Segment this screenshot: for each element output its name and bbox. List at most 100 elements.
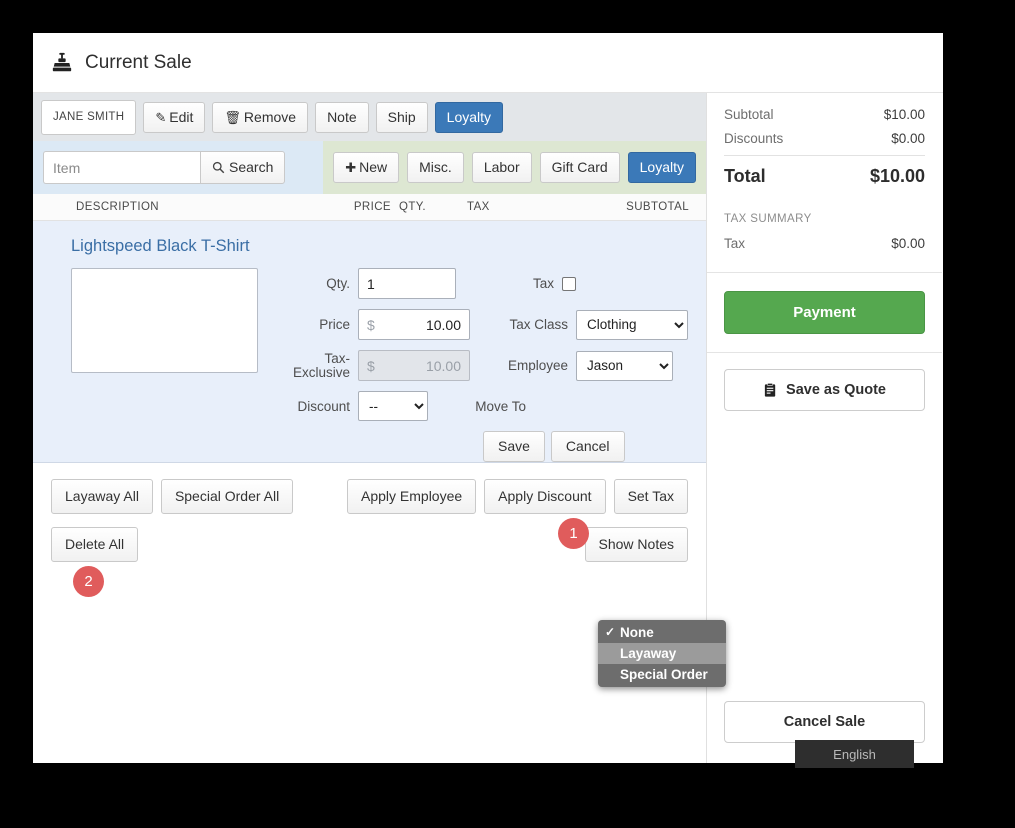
totals-divider: [724, 155, 925, 156]
header-tax: TAX: [467, 201, 490, 213]
discount-label: Discount: [297, 398, 350, 414]
save-cancel-row: Save Cancel: [483, 431, 688, 462]
bulk-actions-row-1: Layaway All Special Order All Apply Empl…: [51, 479, 688, 514]
customer-toolbar: JANE SMITH ✎ Edit 🗑 Remove Note Ship Loyal…: [33, 93, 706, 141]
bulk-actions: Layaway All Special Order All Apply Empl…: [33, 463, 706, 585]
sale-summary-panel: Subtotal $10.00 Discounts $0.00 Total $1…: [707, 93, 942, 763]
cancel-line-item-button[interactable]: Cancel: [550, 431, 625, 462]
tax-checkbox[interactable]: [562, 276, 576, 291]
bulk-actions-row-2: Delete All Show Notes: [51, 527, 688, 562]
apply-discount-button[interactable]: Apply Discount: [484, 479, 606, 514]
discount-select[interactable]: --: [358, 391, 428, 421]
tax-exclusive-label: Tax-Exclusive: [292, 350, 350, 380]
special-order-all-button[interactable]: Special Order All: [160, 479, 294, 514]
payment-block: Payment: [707, 273, 942, 352]
move-to-option-special-order[interactable]: Special Order: [598, 664, 726, 685]
loyalty-customer-button[interactable]: Loyalty: [434, 101, 504, 133]
field-columns: Qty. Tax Price $ 10.00 Tax Class: [286, 268, 688, 462]
tax-exclusive-value: 10.00: [425, 357, 461, 374]
line-item-name: Lightspeed Black T-Shirt: [71, 237, 250, 255]
edit-label: Edit: [169, 108, 194, 125]
item-search-group: Search: [33, 141, 324, 194]
show-notes-button[interactable]: Show Notes: [584, 527, 688, 562]
subtotal-value: $10.00: [883, 107, 925, 122]
tax-row-label: Tax: [724, 236, 746, 251]
check-icon: ✓: [605, 625, 616, 639]
move-to-option-special-order-label: Special Order: [620, 667, 708, 682]
totals-block: Subtotal $10.00 Discounts $0.00 Total $1…: [707, 93, 942, 272]
annotation-badge-2: 2: [73, 566, 104, 597]
total-label: Total: [724, 166, 766, 186]
taxexclusive-employee-row: Tax-Exclusive $ 10.00 Employee Jason: [286, 350, 688, 381]
search-label: Search: [229, 159, 274, 175]
bulk-actions-left-2: Delete All: [51, 527, 139, 562]
payment-button[interactable]: Payment: [724, 291, 925, 334]
customer-name-button[interactable]: JANE SMITH: [41, 99, 137, 135]
header-price: PRICE: [353, 201, 391, 213]
tax-class-select[interactable]: Clothing: [576, 309, 688, 340]
quote-clipboard-icon: [764, 382, 776, 397]
delete-all-button[interactable]: Delete All: [51, 527, 139, 562]
apply-employee-button[interactable]: Apply Employee: [347, 479, 477, 514]
bulk-actions-right-2: Show Notes: [584, 527, 688, 562]
subtotal-label: Subtotal: [724, 107, 774, 122]
move-to-option-layaway[interactable]: Layaway: [598, 643, 726, 664]
remove-label: Remove: [243, 108, 297, 125]
misc-button[interactable]: Misc.: [407, 152, 464, 183]
layaway-all-button[interactable]: Layaway All: [51, 479, 153, 514]
cash-register-icon: [52, 52, 72, 71]
sale-left-panel: JANE SMITH ✎ Edit 🗑 Remove Note Ship Loyal…: [33, 93, 726, 763]
search-row: Search ✚New Misc. Labor Gift Card Loyalt…: [33, 141, 706, 194]
window-body: JANE SMITH ✎ Edit 🗑 Remove Note Ship Loyal…: [33, 93, 943, 763]
remove-customer-button[interactable]: 🗑 Remove: [212, 101, 309, 133]
discounts-label: Discounts: [724, 131, 784, 146]
tax-exclusive-input: $ 10.00: [358, 350, 470, 381]
price-input[interactable]: $ 10.00: [358, 309, 470, 340]
window-titlebar: Current Sale: [33, 33, 943, 93]
header-description: DESCRIPTION: [76, 201, 159, 213]
plus-icon: ✚: [345, 160, 357, 175]
cancel-sale-block: Cancel Sale: [724, 701, 925, 743]
qty-label: Qty.: [326, 276, 350, 291]
gift-card-button[interactable]: Gift Card: [539, 152, 620, 183]
qty-input[interactable]: [358, 268, 456, 299]
labor-button[interactable]: Labor: [471, 152, 532, 183]
discounts-row: Discounts $0.00: [724, 131, 925, 146]
price-value: 10.00: [425, 316, 461, 333]
employee-select[interactable]: Jason: [576, 350, 673, 381]
tax-exclusive-currency: $: [367, 357, 375, 374]
move-to-option-none-label: None: [620, 625, 654, 640]
move-to-option-none[interactable]: ✓ None: [598, 622, 726, 643]
search-input[interactable]: [43, 151, 200, 184]
pencil-icon: ✎: [155, 109, 167, 125]
save-as-quote-button[interactable]: Save as Quote: [724, 369, 925, 411]
quote-block: Save as Quote: [707, 353, 942, 427]
save-line-item-button[interactable]: Save: [483, 431, 545, 462]
header-qty: QTY.: [399, 201, 426, 213]
tax-label: Tax: [532, 276, 554, 291]
tax-summary-heading: TAX SUMMARY: [724, 213, 812, 225]
move-to-option-layaway-label: Layaway: [620, 646, 677, 661]
new-item-button[interactable]: ✚ New: [333, 152, 400, 183]
line-item-note-textarea[interactable]: [71, 268, 258, 373]
note-button[interactable]: Note: [315, 101, 369, 133]
price-label: Price: [319, 317, 350, 332]
price-taxclass-row: Price $ 10.00 Tax Class Clothing: [286, 309, 688, 340]
ship-button[interactable]: Ship: [375, 101, 428, 133]
edit-customer-button[interactable]: ✎ Edit: [143, 101, 206, 133]
discounts-value: $0.00: [891, 131, 925, 146]
qty-tax-row: Qty. Tax: [286, 268, 688, 299]
tax-row-value: $0.00: [891, 236, 925, 251]
loyalty-item-button[interactable]: Loyalty: [627, 152, 696, 183]
cancel-sale-button[interactable]: Cancel Sale: [724, 701, 925, 743]
search-button[interactable]: Search: [200, 151, 286, 184]
move-to-dropdown-menu[interactable]: ✓ None Layaway Special Order: [598, 620, 726, 687]
new-label: New: [359, 159, 388, 175]
employee-label: Employee: [507, 358, 568, 373]
subtotal-row: Subtotal $10.00: [724, 107, 925, 122]
set-tax-button[interactable]: Set Tax: [613, 479, 688, 514]
screenshot-frame: Current Sale JANE SMITH ✎ Edit 🗑 Remove No…: [0, 0, 1015, 828]
price-currency: $: [367, 316, 375, 333]
quick-add-group: ✚ New Misc. Labor Gift Card Loyalty: [323, 141, 706, 194]
total-row: Total $10.00: [724, 166, 925, 187]
